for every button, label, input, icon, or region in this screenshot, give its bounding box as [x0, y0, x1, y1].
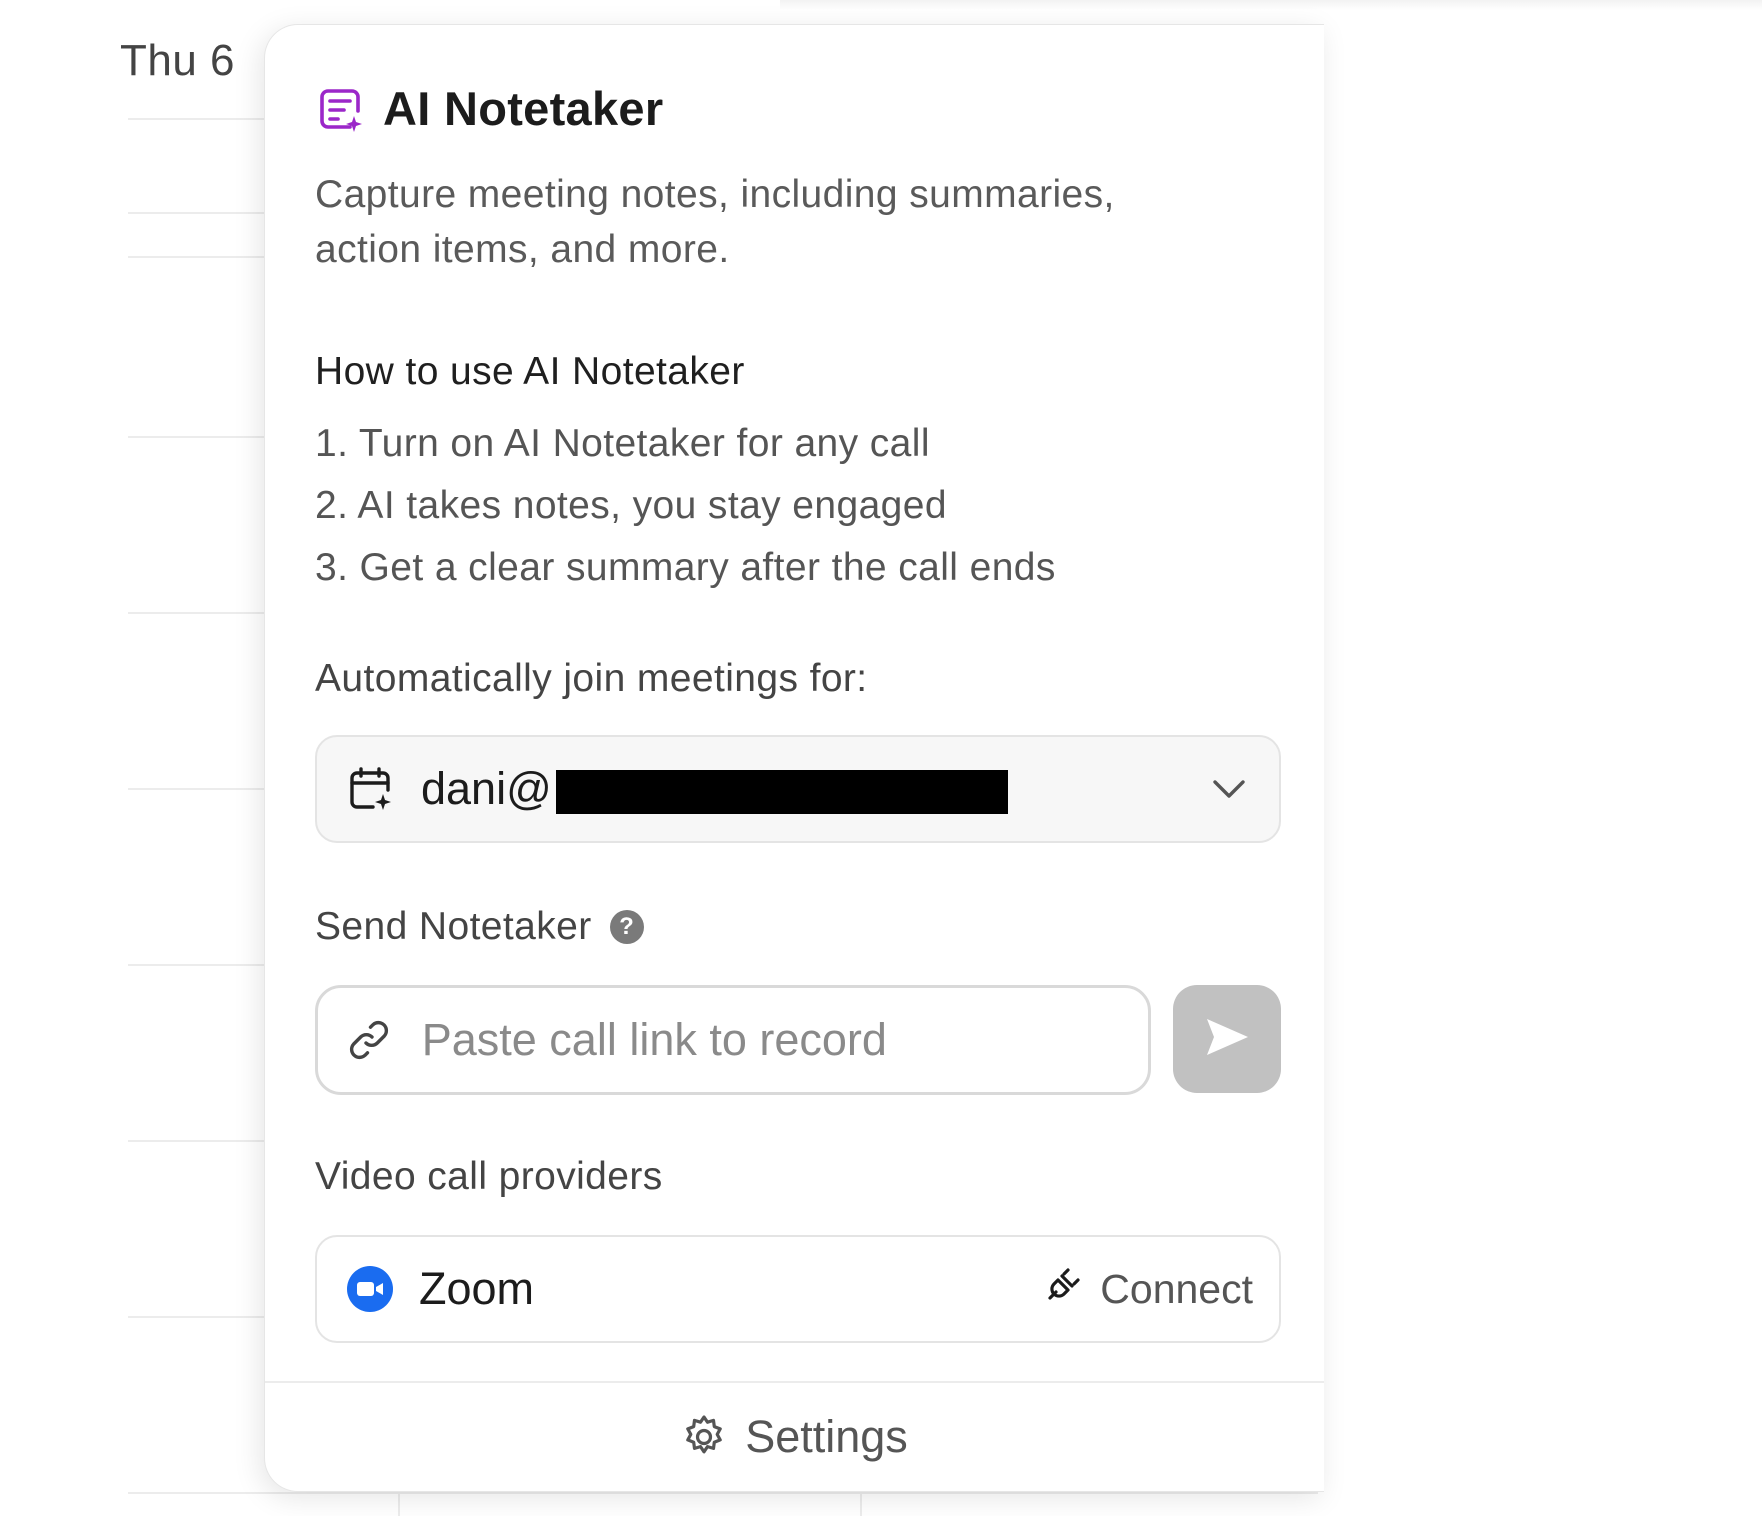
call-link-field[interactable]: [315, 985, 1151, 1095]
howto-step: 3. Get a clear summary after the call en…: [315, 546, 1056, 589]
howto-steps: 1. Turn on AI Notetaker for any call 2. …: [315, 419, 1056, 605]
settings-button[interactable]: Settings: [265, 1381, 1324, 1491]
plug-icon: [1044, 1264, 1084, 1314]
send-icon: [1204, 1017, 1250, 1062]
settings-label: Settings: [745, 1411, 908, 1462]
auto-join-label: Automatically join meetings for:: [315, 657, 868, 700]
panel-title: AI Notetaker: [383, 82, 664, 135]
provider-name: Zoom: [419, 1263, 535, 1314]
connect-label: Connect: [1100, 1265, 1253, 1312]
send-notetaker-label: Send Notetaker: [315, 905, 592, 948]
panel-header: AI Notetaker: [315, 81, 663, 136]
top-shade: [780, 0, 1762, 10]
notes-sparkle-icon: [315, 84, 365, 134]
send-button[interactable]: [1173, 985, 1281, 1093]
provider-row-zoom: Zoom Connect: [315, 1235, 1281, 1343]
zoom-icon: [347, 1266, 393, 1312]
account-dropdown[interactable]: dani@: [315, 735, 1281, 843]
call-link-input[interactable]: [419, 1013, 1120, 1067]
calendar-sparkle-icon: [347, 764, 397, 814]
chevron-down-icon[interactable]: [1209, 769, 1249, 809]
grid-line: [128, 1492, 1318, 1494]
help-icon[interactable]: ?: [609, 910, 644, 944]
howto-step: 1. Turn on AI Notetaker for any call: [315, 422, 930, 465]
gear-icon: [681, 1413, 729, 1461]
send-notetaker-row: Send Notetaker ?: [315, 905, 644, 949]
account-email-prefix: dani@: [421, 763, 552, 814]
link-icon: [346, 1015, 396, 1065]
ai-notetaker-popover: AI Notetaker Capture meeting notes, incl…: [264, 24, 1324, 1492]
video-providers-label: Video call providers: [315, 1155, 663, 1198]
connect-button[interactable]: Connect: [1044, 1264, 1253, 1314]
howto-heading: How to use AI Notetaker: [315, 350, 745, 393]
day-header: Thu 6: [120, 36, 236, 85]
account-email: dani@: [421, 763, 1008, 815]
redacted-block: [555, 770, 1008, 815]
howto-step: 2. AI takes notes, you stay engaged: [315, 484, 947, 527]
panel-description: Capture meeting notes, including summari…: [315, 173, 1115, 271]
